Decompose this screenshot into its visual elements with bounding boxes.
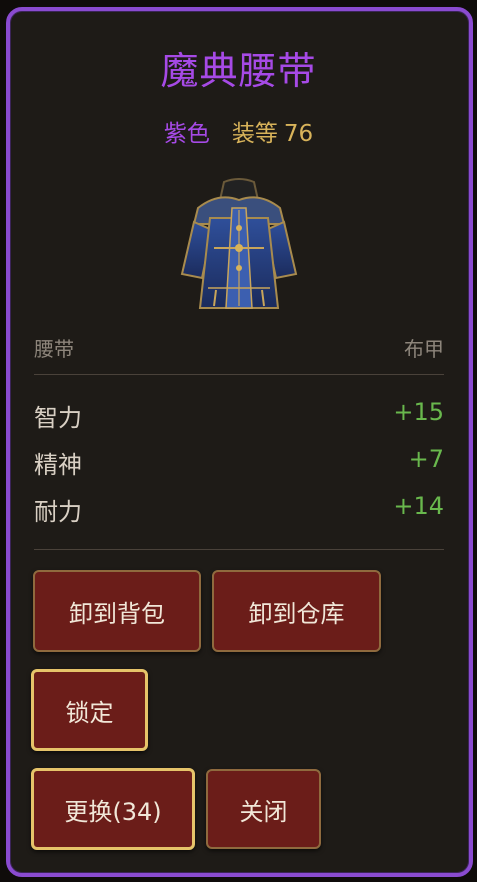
item-type-row: 腰带 布甲	[34, 333, 444, 362]
unequip-to-bank-button[interactable]: 卸到仓库	[212, 570, 381, 652]
item-subtitle: 紫色 装等 76	[0, 114, 477, 148]
item-level-value: 76	[283, 121, 314, 147]
armor-type: 布甲	[404, 337, 444, 361]
item-quality: 紫色	[163, 121, 210, 147]
lock-button[interactable]: 锁定	[31, 669, 148, 751]
stat-name: 耐力	[34, 498, 82, 526]
item-slot: 腰带	[34, 337, 74, 361]
stat-value: +15	[393, 398, 444, 426]
close-button[interactable]: 关闭	[206, 769, 321, 849]
robe-armor-icon	[180, 178, 298, 309]
stat-value: +7	[408, 445, 444, 473]
replace-button[interactable]: 更换(34)	[31, 768, 195, 850]
stat-name: 精神	[34, 451, 82, 479]
item-name: 魔典腰带	[160, 49, 317, 93]
stat-row: 耐力 +14	[34, 492, 444, 527]
stat-name: 智力	[34, 404, 82, 432]
item-level-label: 装等	[231, 121, 278, 147]
divider-top	[34, 374, 444, 375]
stat-row: 智力 +15	[34, 398, 444, 433]
stat-row: 精神 +7	[34, 445, 444, 480]
unequip-to-bag-button[interactable]: 卸到背包	[33, 570, 201, 652]
stat-value: +14	[393, 492, 444, 520]
divider-bottom	[34, 549, 444, 550]
